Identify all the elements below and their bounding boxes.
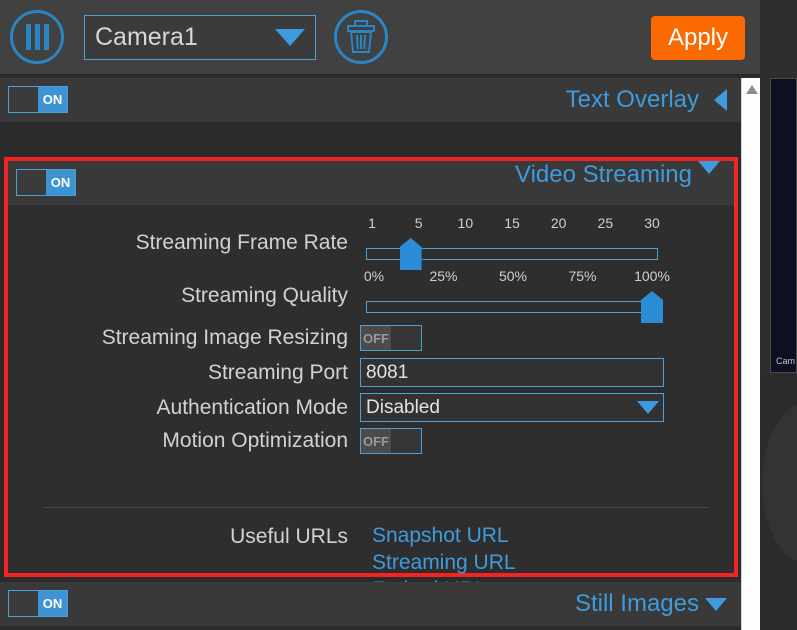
settings-app: Cam Camera1 Apply ON Text Overlay ON Vid… (0, 0, 797, 630)
row-streaming-port: Streaming Port (8, 358, 734, 387)
text-overlay-toggle[interactable]: ON (8, 86, 68, 113)
row-streaming-image-resizing: Streaming Image Resizing OFF (8, 325, 734, 351)
section-title-still-images: Still Images (574, 590, 699, 617)
row-authentication-mode: Authentication Mode Disabled (8, 393, 734, 422)
streaming-port-input[interactable] (360, 358, 664, 387)
toggle-state-label: ON (38, 591, 67, 616)
tick-label: 50% (498, 268, 528, 284)
chevron-down-icon (637, 401, 659, 414)
useful-url-link[interactable]: Streaming URL (372, 550, 516, 577)
trash-icon[interactable] (334, 10, 388, 64)
video-streaming-body: Streaming Frame Rate 1 5 10 15 20 25 30 Stream… (8, 205, 734, 601)
toggle-knob (17, 170, 46, 195)
slider-track[interactable] (366, 301, 658, 313)
apply-button[interactable]: Apply (651, 16, 745, 60)
streaming-image-resizing-toggle[interactable]: OFF (360, 325, 422, 351)
camera-preview-thumbnail[interactable]: Cam (770, 78, 797, 373)
toggle-state-label: OFF (361, 326, 391, 350)
tick-label: 25 (597, 215, 614, 231)
useful-url-link[interactable]: Snapshot URL (372, 523, 516, 550)
label-streaming-frame-rate: Streaming Frame Rate (135, 231, 348, 254)
bars-glyph (25, 24, 49, 50)
bars-icon[interactable] (10, 10, 64, 64)
chevron-left-icon[interactable] (714, 89, 727, 111)
label-useful-urls: Useful URLs (230, 525, 348, 548)
camera-select[interactable]: Camera1 (84, 15, 316, 60)
chevron-down-icon[interactable] (705, 597, 727, 611)
chevron-down-icon (275, 29, 305, 46)
tick-label: 20 (550, 215, 567, 231)
streaming-quality-slider[interactable]: 0% 25% 50% 75% 100% (360, 268, 670, 324)
authentication-mode-value: Disabled (366, 396, 440, 418)
label-streaming-quality: Streaming Quality (181, 284, 348, 307)
tick-label: 15 (504, 215, 520, 231)
still-images-toggle[interactable]: ON (8, 590, 68, 617)
quality-tick-labels: 0% 25% 50% 75% 100% (360, 268, 670, 290)
camera-select-value: Camera1 (95, 23, 198, 51)
section-divider (44, 507, 708, 508)
slider-handle[interactable] (399, 238, 422, 270)
label-streaming-port: Streaming Port (207, 360, 348, 384)
row-streaming-quality: Streaming Quality 0% 25% 50% 75% 100% (8, 268, 734, 324)
slider-handle[interactable] (641, 291, 663, 323)
toggle-state-label: ON (38, 87, 67, 112)
tick-label: 75% (568, 268, 597, 284)
row-motion-optimization: Motion Optimization OFF (8, 428, 734, 454)
label-authentication-mode: Authentication Mode (156, 395, 348, 419)
tick-label: 1 (368, 215, 376, 231)
motion-optimization-toggle[interactable]: OFF (360, 428, 422, 454)
vertical-scrollbar[interactable] (741, 78, 760, 630)
section-header-still-images[interactable]: ON Still Images (0, 582, 741, 626)
camera-preview-label: Cam (776, 356, 796, 366)
section-title-text-overlay: Text Overlay (565, 86, 699, 113)
section-title-video-streaming: Video Streaming (515, 161, 692, 188)
streaming-frame-rate-slider[interactable]: 1 5 10 15 20 25 30 (360, 215, 664, 271)
toggle-state-label: OFF (361, 429, 391, 453)
toggle-knob (9, 87, 38, 112)
authentication-mode-select[interactable]: Disabled (360, 393, 664, 422)
tick-label: 30 (644, 215, 660, 231)
frame-rate-tick-labels: 1 5 10 15 20 25 30 (360, 215, 664, 237)
toggle-knob (391, 429, 421, 453)
label-motion-optimization: Motion Optimization (162, 429, 348, 452)
toggle-knob (9, 591, 38, 616)
preview-lower-area (760, 375, 797, 630)
scroll-up-arrow-icon[interactable] (746, 85, 758, 94)
tick-label: 0% (363, 268, 385, 284)
tick-label: 5 (414, 215, 423, 231)
tick-label: 10 (457, 215, 474, 231)
tick-label: 25% (429, 268, 458, 284)
section-header-video-streaming[interactable]: ON Video Streaming (8, 161, 734, 205)
trash-glyph (347, 20, 375, 53)
toggle-knob (391, 326, 421, 350)
label-streaming-image-resizing: Streaming Image Resizing (101, 326, 348, 349)
decorative-circle (762, 403, 797, 563)
row-streaming-frame-rate: Streaming Frame Rate 1 5 10 15 20 25 30 (8, 215, 734, 271)
video-streaming-toggle[interactable]: ON (16, 169, 76, 196)
section-header-text-overlay[interactable]: ON Text Overlay (0, 78, 741, 122)
toggle-state-label: ON (46, 170, 75, 195)
tick-label: 100% (634, 268, 670, 284)
top-toolbar: Camera1 Apply (0, 0, 760, 75)
video-streaming-highlight: ON Video Streaming Streaming Frame Rate … (4, 157, 738, 601)
chevron-down-icon[interactable] (698, 161, 720, 174)
